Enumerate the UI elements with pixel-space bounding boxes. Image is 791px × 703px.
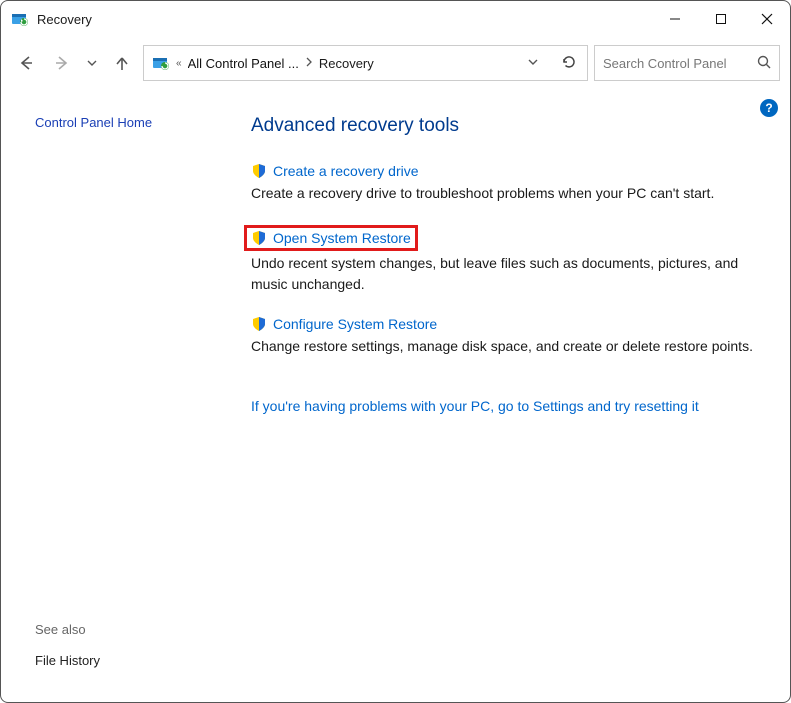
tool-item-configure-system-restore: Configure System Restore Change restore …: [251, 316, 762, 356]
shield-icon: [251, 163, 267, 179]
highlighted-box: Open System Restore: [244, 225, 418, 251]
content-area: ? Control Panel Home See also File Histo…: [1, 89, 790, 702]
minimize-button[interactable]: [652, 1, 698, 37]
window-controls: [652, 1, 790, 37]
refresh-button[interactable]: [559, 54, 579, 73]
up-button[interactable]: [107, 48, 137, 78]
sidebar-footer: See also File History: [35, 622, 251, 686]
shield-icon: [251, 230, 267, 246]
forward-button[interactable]: [47, 48, 77, 78]
app-icon: [11, 10, 29, 28]
address-bar[interactable]: « All Control Panel ... Recovery: [143, 45, 588, 81]
control-panel-home-link[interactable]: Control Panel Home: [35, 115, 251, 130]
search-box[interactable]: [594, 45, 780, 81]
recent-dropdown[interactable]: [83, 48, 101, 78]
configure-system-restore-link[interactable]: Configure System Restore: [273, 316, 437, 332]
breadcrumb-segment[interactable]: All Control Panel ...: [188, 56, 299, 71]
open-system-restore-link[interactable]: Open System Restore: [273, 230, 411, 246]
window: Recovery « All Control Panel ... Recover…: [0, 0, 791, 703]
location-icon: [152, 54, 170, 72]
breadcrumb-chevron-icon: «: [176, 58, 182, 69]
tool-item-create-recovery-drive: Create a recovery drive Create a recover…: [251, 163, 762, 203]
tool-description: Undo recent system changes, but leave fi…: [251, 253, 762, 294]
titlebar: Recovery: [1, 1, 790, 37]
breadcrumb-chevron-icon: [305, 57, 313, 70]
close-button[interactable]: [744, 1, 790, 37]
sidebar: Control Panel Home See also File History: [1, 89, 251, 702]
breadcrumb-segment[interactable]: Recovery: [319, 56, 374, 71]
see-also-label: See also: [35, 622, 251, 637]
help-icon[interactable]: ?: [760, 99, 778, 117]
create-recovery-drive-link[interactable]: Create a recovery drive: [273, 163, 419, 179]
reset-pc-link[interactable]: If you're having problems with your PC, …: [251, 398, 699, 414]
file-history-link[interactable]: File History: [35, 653, 100, 668]
window-title: Recovery: [37, 12, 652, 27]
address-dropdown[interactable]: [523, 56, 543, 71]
tool-description: Change restore settings, manage disk spa…: [251, 336, 762, 356]
tool-item-open-system-restore: Open System Restore Undo recent system c…: [251, 225, 762, 294]
navbar: « All Control Panel ... Recovery: [1, 37, 790, 89]
tool-description: Create a recovery drive to troubleshoot …: [251, 183, 762, 203]
search-input[interactable]: [603, 56, 751, 71]
shield-icon: [251, 316, 267, 332]
back-button[interactable]: [11, 48, 41, 78]
maximize-button[interactable]: [698, 1, 744, 37]
main-panel: Advanced recovery tools Create a recover…: [251, 89, 790, 702]
search-icon: [757, 55, 771, 72]
page-heading: Advanced recovery tools: [251, 115, 762, 137]
